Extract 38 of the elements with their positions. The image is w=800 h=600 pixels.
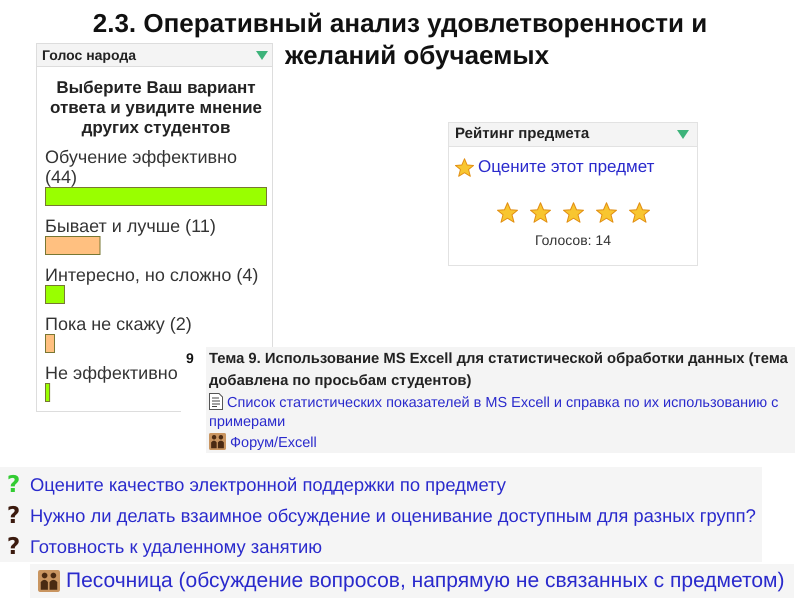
sandbox-link[interactable]: Песочница (обсуждение вопросов, напрямую не связанных с предметом) — [38, 569, 784, 593]
topic-number: 9 — [186, 350, 194, 366]
poll-option-label: Интересно, но сложно (4) — [45, 265, 258, 285]
result-bar — [45, 236, 100, 255]
result-bar — [45, 285, 65, 304]
resource-link[interactable]: Список статистических показателей в MS Excell и справка по их использованию с примерами — [209, 393, 795, 432]
star-icon — [455, 158, 474, 176]
panel-title: Голос народа — [42, 46, 136, 65]
activity-link[interactable]: ? Оцените качество электронной поддержки по предмету — [5, 470, 506, 499]
slide-title-continuation: желаний обучаемых — [285, 40, 550, 70]
rate-link[interactable]: Оцените этот предмет — [455, 156, 654, 178]
poll-option-label: Бывает и лучше (11) — [45, 216, 216, 236]
forum-link[interactable]: Форум/Excell — [209, 433, 317, 453]
panel-title: Рейтинг предмета — [455, 124, 590, 144]
poll-option-label: Не эффективно — [45, 363, 178, 383]
caret-icon[interactable] — [677, 130, 689, 139]
document-icon — [209, 393, 223, 410]
slide-title: 2.3. Оперативный анализ удовлетворенности и — [92, 8, 708, 38]
star-icon — [628, 202, 650, 223]
star-icon — [496, 202, 518, 223]
caret-icon[interactable] — [256, 50, 268, 60]
poll-prompt: Выберите Ваш вариант ответа и увидите мнение других студентов — [49, 78, 263, 138]
result-bar — [45, 383, 50, 402]
vote-count: Голосов: 14 — [535, 231, 611, 249]
activity-link[interactable]: ? Нужно ли делать взаимное обсуждение и оценивание доступным для разных групп? — [5, 501, 756, 530]
question-icon: ? — [5, 504, 22, 528]
poll-option-label: Пока не скажу (2) — [45, 314, 192, 334]
poll-option-label: Обучение эффективно (44) — [45, 147, 238, 187]
star-icon — [530, 202, 550, 223]
question-icon: ? — [5, 534, 22, 558]
star-icon — [596, 202, 616, 223]
star-icon — [562, 202, 584, 223]
topic-title: Тема 9. Использование MS Excell для статистической обработки данных (тема добавлена по просьбам студентов) — [209, 350, 789, 391]
result-bar — [45, 334, 55, 353]
question-icon: ? — [5, 472, 22, 496]
people-icon — [209, 433, 226, 450]
activity-link[interactable]: ? Готовность к удаленному занятию — [5, 532, 322, 561]
people-icon — [38, 570, 60, 592]
